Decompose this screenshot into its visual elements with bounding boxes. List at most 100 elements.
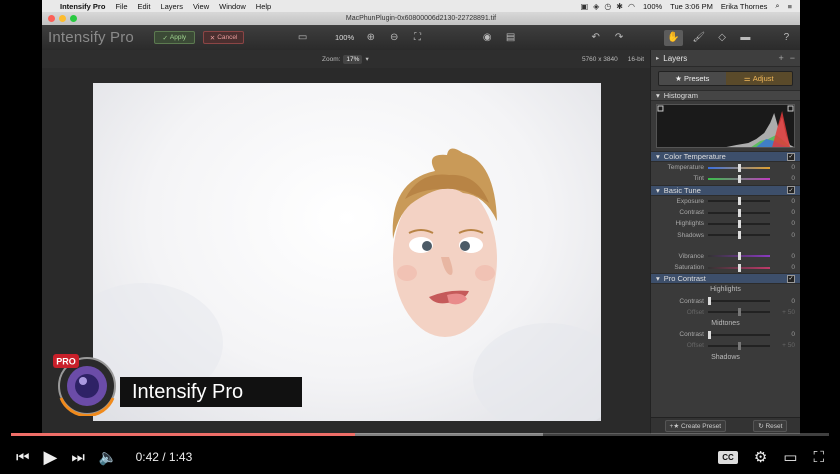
midtones-offset-row: Offset + 50 bbox=[651, 340, 800, 351]
shadows-value: 0 bbox=[791, 231, 795, 239]
slider-thumb[interactable] bbox=[708, 297, 711, 306]
close-window-button[interactable] bbox=[48, 15, 55, 22]
temperature-slider[interactable] bbox=[708, 163, 770, 172]
section-enable-checkbox[interactable]: ✓ bbox=[787, 274, 795, 283]
slider-thumb[interactable] bbox=[738, 231, 741, 240]
minimize-window-button[interactable] bbox=[59, 15, 66, 22]
volume-icon[interactable]: 🔈 bbox=[99, 448, 118, 466]
zoom-in-icon[interactable]: ⊕ bbox=[363, 32, 378, 43]
remove-layer-icon[interactable]: − bbox=[790, 53, 795, 63]
undo-icon[interactable]: ↶ bbox=[588, 32, 603, 43]
eraser-tool-icon[interactable]: ◇ bbox=[714, 32, 729, 43]
hand-tool-icon[interactable]: ✋ bbox=[663, 29, 684, 46]
menu-edit[interactable]: Edit bbox=[138, 2, 151, 11]
theater-mode-icon[interactable]: ▭ bbox=[783, 448, 797, 466]
menu-view[interactable]: View bbox=[193, 2, 209, 11]
histogram-graph bbox=[656, 104, 795, 148]
adjust-tab[interactable]: ⚌ Adjust bbox=[725, 72, 792, 85]
video-progress-bar[interactable] bbox=[11, 433, 829, 436]
slider-thumb[interactable] bbox=[738, 252, 741, 261]
midtones-offset-slider[interactable] bbox=[708, 341, 770, 350]
slider-thumb[interactable] bbox=[738, 174, 741, 183]
zoom-value-dropdown[interactable]: 17% bbox=[343, 54, 363, 64]
saturation-slider-row: Saturation 0 bbox=[651, 262, 800, 273]
captions-button[interactable]: CC bbox=[718, 450, 738, 464]
menu-app-name[interactable]: Intensify Pro bbox=[60, 2, 105, 11]
slider-thumb[interactable] bbox=[738, 263, 741, 272]
layers-title: Layers bbox=[663, 53, 688, 63]
vibrance-label: Vibrance bbox=[678, 252, 704, 260]
notification-icon[interactable]: ≡ bbox=[788, 2, 792, 11]
eye-icon[interactable]: ◉ bbox=[480, 32, 495, 43]
bluetooth-icon[interactable]: ✱ bbox=[616, 2, 623, 11]
menu-file[interactable]: File bbox=[115, 2, 127, 11]
saturation-label: Saturation bbox=[674, 264, 704, 272]
menu-layers[interactable]: Layers bbox=[160, 2, 183, 11]
fullscreen-icon[interactable]: ⛶ bbox=[813, 449, 824, 466]
brush-tool-icon[interactable]: 🖌 bbox=[691, 32, 706, 43]
zoom-100-button[interactable]: 100% bbox=[334, 33, 355, 42]
chevron-down-icon: ▾ bbox=[656, 152, 660, 161]
zoom-out-icon[interactable]: ⊖ bbox=[386, 32, 401, 43]
presets-tab[interactable]: ★ Presets bbox=[659, 72, 726, 85]
slider-thumb[interactable] bbox=[738, 208, 741, 217]
zoom-window-button[interactable] bbox=[70, 15, 77, 22]
wifi-icon[interactable]: ◠ bbox=[628, 2, 635, 11]
time-machine-icon[interactable]: ◷ bbox=[604, 2, 611, 11]
battery-percent[interactable]: 100% bbox=[643, 2, 662, 11]
previous-icon[interactable]: ⏮ bbox=[16, 449, 30, 466]
reset-button[interactable]: ↻ Reset bbox=[753, 420, 788, 432]
vibrance-slider[interactable] bbox=[708, 252, 770, 261]
exposure-slider[interactable] bbox=[708, 197, 770, 206]
fit-screen-icon[interactable]: ⛶ bbox=[410, 32, 425, 43]
chevron-right-icon[interactable]: ▸ bbox=[656, 54, 659, 62]
gradient-tool-icon[interactable]: ▬ bbox=[738, 32, 753, 43]
histogram-section-header[interactable]: ▾ Histogram bbox=[651, 90, 800, 101]
midtones-contrast-slider[interactable] bbox=[708, 330, 770, 339]
spotlight-icon[interactable]: ⌕ bbox=[775, 1, 779, 11]
chevron-down-icon[interactable]: ▾ bbox=[365, 55, 368, 63]
menu-help[interactable]: Help bbox=[256, 2, 271, 11]
highlights-slider[interactable] bbox=[708, 219, 770, 228]
split-view-icon[interactable]: ▤ bbox=[503, 32, 518, 43]
slider-thumb[interactable] bbox=[738, 197, 741, 206]
dropbox-icon[interactable]: ◈ bbox=[593, 2, 599, 11]
slider-thumb[interactable] bbox=[738, 219, 741, 228]
basic-tune-section-header[interactable]: ▾ Basic Tune ✓ bbox=[651, 184, 800, 196]
menu-window[interactable]: Window bbox=[219, 2, 246, 11]
slider-thumb[interactable] bbox=[738, 308, 741, 317]
section-enable-checkbox[interactable]: ✓ bbox=[787, 186, 795, 195]
compare-view-icon[interactable]: ▭ bbox=[295, 32, 310, 43]
redo-icon[interactable]: ↷ bbox=[611, 32, 626, 43]
settings-gear-icon[interactable]: ⚙ bbox=[754, 448, 767, 466]
highlights-offset-slider[interactable] bbox=[708, 308, 770, 317]
saturation-slider[interactable] bbox=[708, 263, 770, 272]
tint-slider[interactable] bbox=[708, 174, 770, 183]
chevron-down-icon: ▾ bbox=[656, 91, 660, 100]
section-enable-checkbox[interactable]: ✓ bbox=[787, 152, 795, 161]
clock[interactable]: Tue 3:06 PM bbox=[670, 2, 713, 11]
photo[interactable] bbox=[93, 83, 601, 421]
next-icon[interactable]: ⏭ bbox=[71, 449, 85, 466]
play-icon[interactable]: ▶ bbox=[44, 447, 58, 468]
contrast-slider[interactable] bbox=[708, 208, 770, 217]
user-name[interactable]: Erika Thornes bbox=[721, 2, 768, 11]
info-bar: Zoom: 17% ▾ 5760 x 3840 16-bit bbox=[42, 50, 650, 68]
highlights-slider-row: Highlights 0 bbox=[651, 218, 800, 229]
display-icon[interactable]: ▣ bbox=[581, 2, 589, 11]
shadows-slider[interactable] bbox=[708, 231, 770, 240]
add-layer-icon[interactable]: + bbox=[778, 53, 783, 63]
cancel-button[interactable]: ✕ Cancel bbox=[202, 31, 245, 44]
slider-thumb[interactable] bbox=[738, 341, 741, 350]
color-temperature-section-header[interactable]: ▾ Color Temperature ✓ bbox=[651, 151, 800, 162]
highlights-contrast-slider[interactable] bbox=[708, 297, 770, 306]
midtones-subheader: Midtones bbox=[711, 319, 740, 327]
help-icon[interactable]: ? bbox=[779, 32, 794, 43]
slider-thumb[interactable] bbox=[738, 163, 741, 172]
apply-button[interactable]: ✓ Apply bbox=[153, 31, 195, 44]
pro-contrast-section-header[interactable]: ▾ Pro Contrast ✓ bbox=[651, 273, 800, 285]
slider-thumb[interactable] bbox=[708, 330, 711, 339]
star-icon: ★ bbox=[675, 74, 682, 83]
plus-icon: +★ bbox=[669, 423, 680, 430]
create-preset-button[interactable]: +★ Create Preset bbox=[664, 420, 727, 432]
